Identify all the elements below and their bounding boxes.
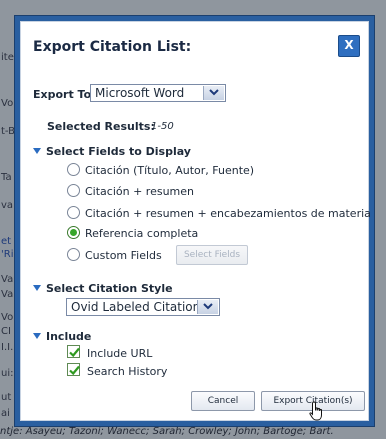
radio-citation[interactable] xyxy=(67,163,80,176)
radio-citation-abstract-subjects[interactable] xyxy=(67,206,80,219)
include-section-header[interactable]: Include xyxy=(33,330,91,343)
option-label-complete-reference: Referencia completa xyxy=(85,227,199,240)
background-text: t-B xyxy=(1,126,16,137)
background-text: ut xyxy=(1,392,12,403)
option-label-citation: Citación (Título, Autor, Fuente) xyxy=(85,164,255,177)
fields-section-header[interactable]: Select Fields to Display xyxy=(33,145,191,158)
export-citation-dialog: Export Citation List: X Export To Micros… xyxy=(14,15,375,427)
search-history-label: Search History xyxy=(87,365,168,378)
radio-complete-reference[interactable] xyxy=(67,226,80,239)
option-label-citation-abstract-subjects: Citación + resumen + encabezamientos de … xyxy=(85,207,371,220)
selected-results-value: 1-50 xyxy=(151,121,174,132)
include-url-checkbox[interactable] xyxy=(67,345,80,358)
chevron-down-icon xyxy=(197,300,218,314)
option-label-citation-abstract: Citación + resumen xyxy=(85,185,195,198)
background-text: va xyxy=(1,200,14,211)
export-format-select[interactable]: Microsoft Word xyxy=(90,84,226,102)
citation-style-section-title: Select Citation Style xyxy=(46,282,173,295)
background-text: Vo xyxy=(1,98,14,109)
dialog-title: Export Citation List: xyxy=(33,39,192,55)
background-text: Vo xyxy=(1,312,14,323)
option-label-custom-fields: Custom Fields xyxy=(85,249,162,262)
search-history-checkbox[interactable] xyxy=(67,363,80,376)
include-section-title: Include xyxy=(46,330,92,343)
background-text: Ta xyxy=(1,172,12,183)
dialog-body: Export Citation List: X Export To Micros… xyxy=(20,21,371,421)
background-text: ui: xyxy=(1,368,14,379)
background-text: I.I. xyxy=(1,342,14,353)
checkmark-icon xyxy=(69,347,80,358)
collapse-triangle-icon xyxy=(33,333,41,339)
cancel-button[interactable]: Cancel xyxy=(191,391,255,411)
chevron-down-icon xyxy=(203,86,224,100)
background-link[interactable]: et xyxy=(1,236,11,247)
citation-style-section-header[interactable]: Select Citation Style xyxy=(33,282,173,295)
export-format-value: Microsoft Word xyxy=(95,86,185,100)
radio-custom-fields[interactable] xyxy=(67,248,80,261)
selected-results-label: Selected Results: xyxy=(47,120,155,133)
export-to-label: Export To xyxy=(33,88,92,101)
collapse-triangle-icon xyxy=(33,285,41,291)
background-text: ai xyxy=(1,408,10,419)
select-fields-button[interactable]: Select Fields xyxy=(176,245,248,265)
include-url-label: Include URL xyxy=(87,347,153,360)
checkmark-icon xyxy=(69,365,80,376)
close-button[interactable]: X xyxy=(338,35,360,57)
background-link[interactable]: 'Ri xyxy=(1,249,13,260)
background-text: CI xyxy=(1,326,11,337)
citation-style-value: Ovid Labeled Citation xyxy=(71,300,201,314)
radio-citation-abstract[interactable] xyxy=(67,184,80,197)
fields-section-title: Select Fields to Display xyxy=(46,145,191,158)
background-bottom-line: ntje: Asayeu; Tazoni; Wanecc; Sarah; Cro… xyxy=(0,426,334,437)
collapse-triangle-icon xyxy=(33,148,41,154)
citation-style-select[interactable]: Ovid Labeled Citation xyxy=(66,298,220,316)
hand-cursor-icon xyxy=(309,401,322,421)
